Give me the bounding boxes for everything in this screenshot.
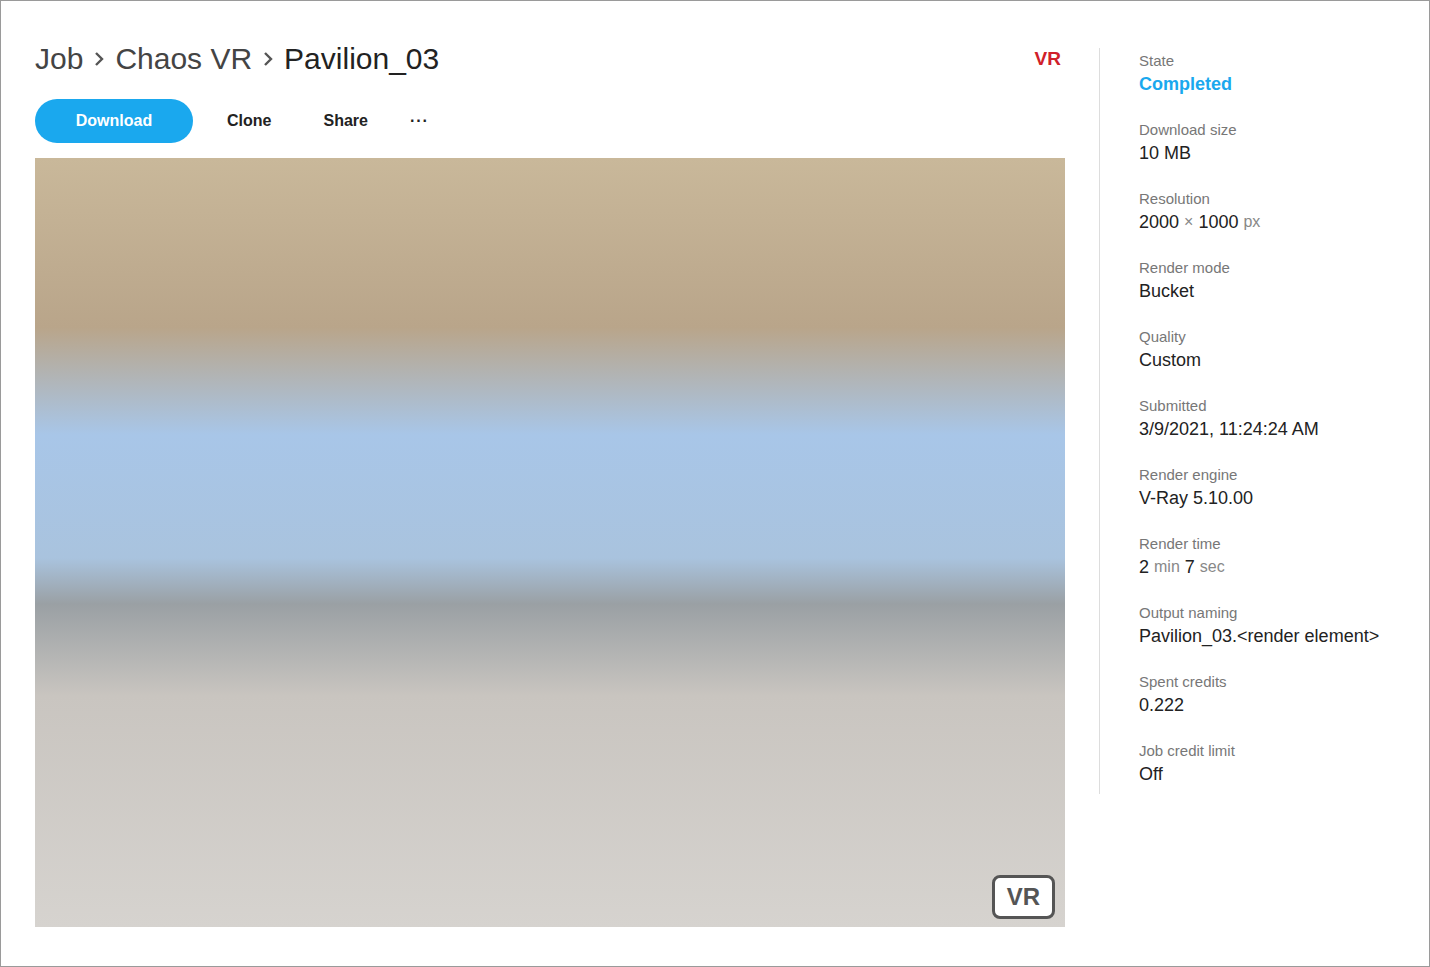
render-preview: VR	[35, 158, 1065, 927]
detail-label: Render mode	[1139, 258, 1419, 278]
title-bar: Job Chaos VR Pavilion_03 VR	[35, 1, 1065, 79]
more-button[interactable]: ···	[398, 99, 441, 143]
detail-label: Render engine	[1139, 465, 1419, 485]
chevron-right-icon	[93, 51, 105, 67]
job-page: Job Chaos VR Pavilion_03 VR Download Clon…	[0, 0, 1430, 967]
detail-item: Quality Custom	[1139, 327, 1419, 373]
breadcrumb-item[interactable]: Job	[35, 42, 83, 76]
detail-value: 0.222	[1139, 692, 1419, 718]
detail-label: Submitted	[1139, 396, 1419, 416]
chevron-right-icon	[262, 51, 274, 67]
detail-value: 2min7sec	[1139, 554, 1419, 580]
breadcrumb: Job Chaos VR Pavilion_03	[35, 42, 439, 76]
detail-item: State Completed	[1139, 51, 1419, 97]
detail-value: V-Ray 5.10.00	[1139, 485, 1419, 511]
detail-value: Off	[1139, 761, 1419, 787]
detail-item: Submitted 3/9/2021, 11:24:24 AM	[1139, 396, 1419, 442]
detail-label: Resolution	[1139, 189, 1419, 209]
breadcrumb-item: Pavilion_03	[284, 42, 439, 76]
detail-value: Completed	[1139, 71, 1419, 97]
detail-item: Resolution 2000×1000px	[1139, 189, 1419, 235]
vr-badge: VR	[1035, 48, 1061, 70]
detail-value: 3/9/2021, 11:24:24 AM	[1139, 416, 1419, 442]
action-button[interactable]: Share	[301, 99, 389, 143]
detail-item: Job credit limit Off	[1139, 741, 1419, 787]
detail-label: Download size	[1139, 120, 1419, 140]
details-panel: State Completed Download size 10 MB Resolu…	[1099, 48, 1419, 794]
detail-label: Quality	[1139, 327, 1419, 347]
vr-preview-badge: VR	[992, 875, 1055, 919]
detail-label: Spent credits	[1139, 672, 1419, 692]
detail-item: Render engine V-Ray 5.10.00	[1139, 465, 1419, 511]
detail-value: Bucket	[1139, 278, 1419, 304]
main-column: Job Chaos VR Pavilion_03 VR Download Clon…	[35, 1, 1065, 966]
detail-item: Download size 10 MB	[1139, 120, 1419, 166]
detail-item: Spent credits 0.222	[1139, 672, 1419, 718]
action-bar: Download CloneShare ···	[35, 99, 1065, 143]
detail-item: Render mode Bucket	[1139, 258, 1419, 304]
detail-label: Render time	[1139, 534, 1419, 554]
detail-value: Pavilion_03.<render element>	[1139, 623, 1419, 649]
action-button[interactable]: Download	[35, 99, 193, 143]
detail-label: Output naming	[1139, 603, 1419, 623]
breadcrumb-item[interactable]: Chaos VR	[115, 42, 252, 76]
detail-label: Job credit limit	[1139, 741, 1419, 761]
detail-item: Render time 2min7sec	[1139, 534, 1419, 580]
action-button[interactable]: Clone	[205, 99, 293, 143]
detail-value: 10 MB	[1139, 140, 1419, 166]
detail-value: 2000×1000px	[1139, 209, 1419, 235]
detail-label: State	[1139, 51, 1419, 71]
detail-item: Output naming Pavilion_03.<render elemen…	[1139, 603, 1419, 649]
detail-value: Custom	[1139, 347, 1419, 373]
